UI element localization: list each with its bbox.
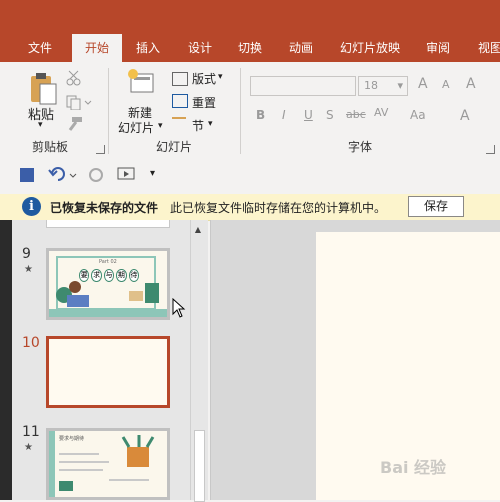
slide-9-title: 要 求 与 期 待	[79, 269, 140, 283]
font-group-label: 字体	[348, 140, 373, 154]
chevron-down-icon: ▾	[397, 79, 403, 92]
message-title: 已恢复未保存的文件	[50, 201, 159, 215]
title-char: 与	[103, 269, 115, 282]
title-char: 期	[116, 269, 127, 282]
clipboard-launcher-icon[interactable]	[96, 145, 105, 154]
slide-9-caption: Part 02	[99, 259, 117, 265]
mouse-cursor-icon	[172, 297, 186, 318]
slide-thumbnail-9[interactable]: Part 02 要 求 与 期 待	[46, 248, 170, 320]
redo-icon[interactable]	[88, 166, 104, 184]
window-edge	[0, 220, 12, 500]
slide-11-illustration	[49, 431, 155, 497]
tab-home[interactable]: 开始	[72, 34, 122, 62]
slide-number: 9	[22, 246, 31, 262]
cut-icon[interactable]	[64, 70, 84, 86]
font-color-button[interactable]: A	[460, 108, 470, 124]
slide-thumbnail-8[interactable]	[46, 220, 170, 228]
title-char: 求	[91, 269, 102, 282]
tab-transitions[interactable]: 切换	[230, 38, 270, 62]
copy-icon[interactable]	[64, 94, 92, 111]
animation-star-icon: ★	[24, 264, 33, 275]
slideshow-icon[interactable]	[116, 166, 138, 184]
section-button[interactable]: 节	[192, 117, 204, 134]
undo-icon[interactable]	[48, 166, 78, 184]
slide-number: 10	[22, 335, 40, 351]
shrink-font-icon[interactable]: A	[442, 78, 450, 91]
scroll-up-icon[interactable]: ▲	[192, 224, 204, 236]
layout-dropdown-arrow[interactable]: ▾	[218, 72, 223, 82]
reset-button[interactable]: 重置	[192, 94, 216, 111]
shadow-button[interactable]: S	[326, 108, 334, 122]
slide-number: 11	[22, 424, 40, 440]
clipboard-group-label: 剪贴板	[32, 140, 69, 154]
section-icon[interactable]	[172, 117, 186, 131]
clear-format-icon[interactable]: A	[466, 76, 476, 92]
bold-button[interactable]: B	[256, 108, 265, 122]
title-char: 要	[79, 269, 90, 282]
font-size-combo[interactable]: 18 ▾	[358, 76, 408, 96]
char-spacing-button[interactable]: AV	[374, 106, 388, 119]
save-button[interactable]: 保存	[408, 196, 464, 217]
section-dropdown-arrow[interactable]: ▾	[208, 119, 213, 129]
watermark: Bai 经验	[380, 458, 447, 477]
strikethrough-button[interactable]: abc	[346, 108, 366, 121]
slide-thumbnail-11[interactable]: 要求与期待	[46, 428, 170, 500]
reset-icon[interactable]	[172, 94, 188, 108]
change-case-button[interactable]: Aa	[410, 108, 426, 122]
tab-slideshow[interactable]: 幻灯片放映	[334, 38, 406, 62]
new-slide-icon[interactable]	[126, 68, 156, 98]
new-slide-label-2[interactable]: 幻灯片	[118, 119, 154, 136]
tab-design[interactable]: 设计	[180, 38, 220, 62]
paste-dropdown-arrow[interactable]: ▾	[38, 120, 43, 130]
clipboard-icon	[31, 73, 57, 105]
font-name-combo[interactable]	[250, 76, 356, 96]
ribbon-separator	[240, 68, 241, 154]
tab-review[interactable]: 审阅	[418, 38, 458, 62]
tab-file[interactable]: 文件	[20, 38, 60, 62]
layout-icon[interactable]	[172, 72, 188, 86]
italic-button[interactable]: I	[282, 108, 286, 122]
scrollbar-thumb[interactable]	[194, 430, 205, 502]
slides-group-label: 幻灯片	[156, 140, 193, 154]
grow-font-icon[interactable]: A	[418, 76, 428, 92]
slide-thumbnail-10[interactable]	[46, 336, 170, 408]
underline-button[interactable]: U	[304, 108, 313, 122]
save-icon[interactable]	[20, 168, 34, 182]
paste-button[interactable]	[28, 70, 58, 106]
info-icon: i	[22, 197, 41, 216]
tab-view[interactable]: 视图	[470, 38, 500, 62]
title-char: 待	[128, 269, 140, 282]
font-size-value: 18	[364, 79, 378, 92]
tab-animations[interactable]: 动画	[280, 38, 322, 62]
message-text: 此已恢复文件临时存储在您的计算机中。	[170, 201, 387, 215]
tab-insert[interactable]: 插入	[128, 38, 168, 62]
font-launcher-icon[interactable]	[486, 145, 495, 154]
customize-qat-icon[interactable]: ▾	[150, 168, 155, 179]
new-slide-arrow[interactable]: ▾	[158, 121, 163, 131]
animation-star-icon: ★	[24, 442, 33, 453]
ribbon-separator	[108, 68, 109, 154]
layout-button[interactable]: 版式	[192, 70, 216, 87]
format-painter-icon[interactable]	[64, 116, 84, 132]
